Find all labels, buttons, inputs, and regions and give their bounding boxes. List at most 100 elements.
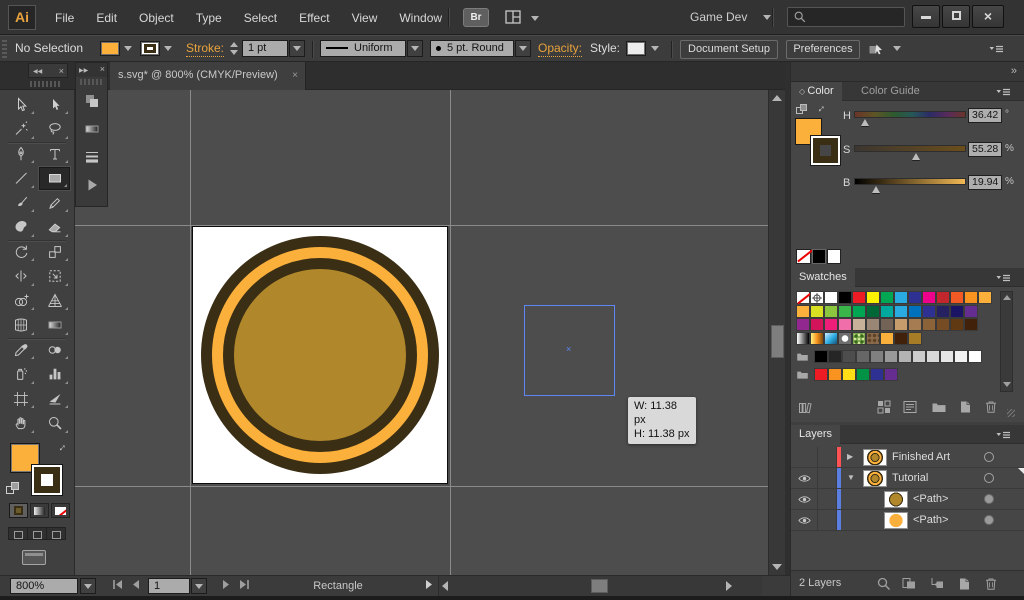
- control-bar-grip[interactable]: [2, 40, 7, 58]
- layer-thumbnail[interactable]: [863, 449, 887, 466]
- tool-rectangle[interactable]: [39, 167, 70, 190]
- layer-target-icon[interactable]: [984, 473, 994, 483]
- layer-name[interactable]: <Path>: [913, 510, 948, 530]
- swatch-b3b3b3[interactable]: [898, 350, 912, 363]
- layer-thumbnail[interactable]: [884, 491, 908, 508]
- vertical-scroll-thumb[interactable]: [771, 325, 784, 358]
- tools-panel-header[interactable]: ◀◀×: [28, 63, 68, 78]
- swatch-libraries-icon[interactable]: [797, 399, 817, 415]
- lock-toggle[interactable]: [818, 447, 837, 467]
- tool-lasso[interactable]: [39, 118, 70, 141]
- stroke-color-indicator[interactable]: [31, 464, 63, 496]
- swatch-f06eaa[interactable]: [838, 318, 852, 331]
- stroke-color-swatch[interactable]: [140, 41, 160, 56]
- swatch-00a651[interactable]: [852, 305, 866, 318]
- swatch-ffffff[interactable]: [968, 350, 982, 363]
- layer-target-icon[interactable]: [984, 494, 994, 504]
- tool-pen[interactable]: [5, 142, 36, 165]
- layer-name[interactable]: <Path>: [913, 489, 948, 509]
- black-swatch[interactable]: [812, 249, 826, 264]
- stroke-color-dropdown[interactable]: [161, 41, 174, 56]
- lock-toggle[interactable]: [818, 468, 837, 488]
- scroll-right-icon[interactable]: [726, 581, 732, 591]
- draw-inside-icon[interactable]: [47, 528, 65, 539]
- stroke-weight-field[interactable]: 1 pt: [242, 40, 288, 57]
- locate-object-icon[interactable]: [876, 576, 892, 592]
- tools-panel-grip[interactable]: [30, 81, 62, 87]
- tab-color-guide[interactable]: Color Guide: [853, 82, 928, 101]
- swatch-cccccc[interactable]: [912, 350, 926, 363]
- drawing-modes-toggle[interactable]: [8, 527, 66, 540]
- swatch-fff200[interactable]: [866, 291, 880, 304]
- scroll-left-icon[interactable]: [442, 581, 448, 591]
- swatch-pat-wood[interactable]: [866, 332, 880, 345]
- none-mode-button[interactable]: [51, 503, 70, 518]
- zoom-level-field[interactable]: 800%: [10, 578, 78, 594]
- swatch-39b54a[interactable]: [838, 305, 852, 318]
- stroke-icon[interactable]: [84, 149, 100, 165]
- select-similar-icon[interactable]: [868, 41, 886, 57]
- layer-row-tutorial[interactable]: ▼Tutorial: [791, 468, 1024, 489]
- swatch-ed1c24[interactable]: [814, 368, 828, 381]
- horizontal-scrollbar[interactable]: [438, 576, 762, 597]
- brush-dropdown[interactable]: [515, 40, 531, 57]
- tool-pencil[interactable]: [39, 191, 70, 214]
- artboard-dropdown[interactable]: [191, 578, 207, 594]
- tool-blob-brush[interactable]: [5, 216, 36, 239]
- brightness-slider-thumb[interactable]: [872, 186, 880, 193]
- status-menu-button[interactable]: [420, 579, 435, 593]
- document-tab[interactable]: s.svg* @ 800% (CMYK/Preview) ×: [110, 62, 306, 90]
- scroll-down-icon[interactable]: [1003, 382, 1011, 387]
- next-artboard-button[interactable]: [218, 579, 233, 593]
- swatch-a67c52[interactable]: [908, 318, 922, 331]
- new-layer-icon[interactable]: [956, 576, 972, 592]
- swatch-42210b[interactable]: [964, 318, 978, 331]
- panel-stroke-swatch[interactable]: [810, 135, 841, 166]
- close-icon[interactable]: ×: [100, 64, 105, 74]
- swatch-666666[interactable]: [856, 350, 870, 363]
- menu-select[interactable]: Select: [233, 11, 288, 25]
- swatch-ed1e79[interactable]: [824, 318, 838, 331]
- stroke-weight-dropdown[interactable]: [289, 40, 305, 57]
- tool-type[interactable]: [39, 142, 70, 165]
- delete-swatch-icon[interactable]: [983, 399, 999, 415]
- last-artboard-button[interactable]: [236, 579, 251, 593]
- hue-slider-track[interactable]: [854, 111, 966, 118]
- delete-layer-icon[interactable]: [983, 576, 999, 592]
- layer-target-icon[interactable]: [984, 515, 994, 525]
- swatch-662d91[interactable]: [884, 368, 898, 381]
- color-group-folder-icon[interactable]: [796, 350, 814, 363]
- status-field[interactable]: Rectangle: [258, 576, 418, 596]
- app-logo[interactable]: Ai: [8, 5, 36, 30]
- swatch-a67c27[interactable]: [908, 332, 922, 345]
- hue-value-field[interactable]: 36.42: [968, 108, 1002, 123]
- swatch-kinds-icon[interactable]: [876, 399, 892, 415]
- menu-file[interactable]: File: [44, 11, 85, 25]
- saturation-value-field[interactable]: 55.28: [968, 142, 1002, 157]
- swap-fill-stroke-icon[interactable]: ↔: [53, 439, 69, 455]
- swatches-panel-menu-icon[interactable]: [995, 271, 1015, 284]
- tool-rotate[interactable]: [5, 240, 36, 263]
- visibility-toggle[interactable]: [791, 510, 818, 530]
- horizontal-scroll-thumb[interactable]: [591, 579, 608, 593]
- menu-window[interactable]: Window: [388, 11, 453, 25]
- swatch-662d91[interactable]: [964, 305, 978, 318]
- swatch-f2f2f2[interactable]: [954, 350, 968, 363]
- swatch-808080[interactable]: [870, 350, 884, 363]
- new-swatch-icon[interactable]: [957, 399, 973, 415]
- swatch-8c6239[interactable]: [922, 318, 936, 331]
- swatch-registration[interactable]: [810, 291, 824, 304]
- color-panel-menu-icon[interactable]: [995, 85, 1015, 98]
- swatch-e6e6e6[interactable]: [940, 350, 954, 363]
- swatch-000000[interactable]: [814, 350, 828, 363]
- width-profile-select[interactable]: Uniform: [320, 40, 406, 57]
- swatch-d4145a[interactable]: [810, 318, 824, 331]
- swatch-262626[interactable]: [828, 350, 842, 363]
- tool-selection[interactable]: [5, 93, 36, 116]
- opacity-link[interactable]: Opacity:: [538, 40, 582, 57]
- layer-name[interactable]: Tutorial: [892, 468, 928, 488]
- swatch-999999[interactable]: [884, 350, 898, 363]
- color-mode-button[interactable]: [9, 503, 28, 518]
- swatch-pat-leaves[interactable]: [852, 332, 866, 345]
- minimize-button[interactable]: [912, 5, 940, 28]
